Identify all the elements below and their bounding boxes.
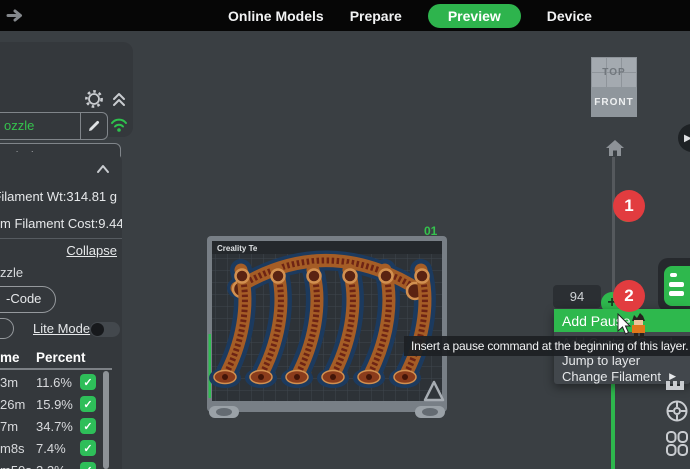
creality-print-preview-window: Creality Te 01 Online Models Prepare Previ…	[0, 0, 690, 469]
tab-device[interactable]: Device	[547, 8, 592, 24]
nozzle-value: ozzle	[4, 118, 34, 133]
table-row: m8s7.4%✓	[0, 437, 112, 459]
tab-online-models[interactable]: Online Models	[228, 8, 324, 24]
collapse-link[interactable]: Collapse	[66, 243, 117, 258]
build-plate-3d-view[interactable]: Creality Te	[203, 222, 451, 420]
lite-mode-label: Lite Mode	[33, 321, 90, 336]
feature-time-table: 3m11.6%✓26m15.9%✓7m34.7%✓m8s7.4%✓m50s2.2…	[0, 371, 112, 469]
row-time: m50s	[0, 463, 36, 469]
seam-indicator-line	[209, 334, 212, 398]
divider	[0, 238, 122, 239]
row-visibility-checkbox[interactable]: ✓	[80, 374, 96, 390]
truncated-tab-button[interactable]	[0, 318, 14, 339]
filament-cost-label: m Filament Cost:9.44	[0, 216, 122, 231]
main-nav-tabs: Online Models Prepare Preview Device	[228, 0, 592, 31]
row-time: 7m	[0, 419, 36, 434]
nozzle-section-label: zzle	[0, 265, 23, 280]
layer-number-box[interactable]: 94	[553, 285, 601, 308]
play-icon: ▶	[684, 133, 690, 144]
table-row: 3m11.6%✓	[0, 371, 112, 393]
plate-brand-label: Creality Te	[217, 244, 258, 253]
edit-pencil-icon[interactable]	[86, 118, 102, 134]
layer-slider-filled-range	[611, 380, 615, 469]
histogram-icon[interactable]	[666, 381, 684, 390]
filament-spool-icon[interactable]	[668, 402, 687, 421]
top-bar: Online Models Prepare Preview Device	[0, 0, 690, 31]
lite-mode-toggle[interactable]	[90, 322, 120, 337]
row-visibility-checkbox[interactable]: ✓	[80, 440, 96, 456]
nozzle-select[interactable]: ozzle	[0, 112, 108, 140]
expand-right-panel-button[interactable]: ▶	[678, 124, 690, 152]
row-time: 26m	[0, 397, 36, 412]
redo-arrow-icon[interactable]	[6, 8, 26, 23]
row-visibility-checkbox[interactable]: ✓	[80, 418, 96, 434]
row-percent: 11.6%	[36, 375, 80, 390]
table-scrollbar[interactable]	[103, 371, 109, 469]
row-percent: 7.4%	[36, 441, 80, 456]
row-time: 3m	[0, 375, 36, 390]
column-header-percent: Percent	[36, 350, 86, 365]
apps-grid-icon[interactable]	[667, 432, 687, 455]
plate-number-label: 01	[424, 224, 437, 238]
preview-stats-panel: Filament Wt:314.81 g m Filament Cost:9.4…	[0, 152, 122, 469]
view-orientation-cube[interactable]: TOP FRONT	[591, 57, 637, 117]
view-cube-front-face[interactable]: FRONT	[591, 87, 637, 117]
table-row: 7m34.7%✓	[0, 415, 112, 437]
layer-panel-tab	[658, 258, 690, 312]
view-cube-top-face[interactable]: TOP	[591, 57, 637, 87]
row-time: m8s	[0, 441, 36, 456]
menu-item-label: Change Filament	[562, 369, 661, 384]
tab-preview[interactable]: Preview	[428, 4, 521, 28]
table-row: 26m15.9%✓	[0, 393, 112, 415]
tab-prepare[interactable]: Prepare	[350, 8, 402, 24]
layer-list-icon	[664, 266, 690, 306]
row-percent: 2.2%	[36, 463, 80, 469]
table-row: m50s2.2%✓	[0, 459, 112, 469]
printer-settings-gear-icon[interactable]	[85, 90, 103, 108]
collapse-section-chevron-icon[interactable]	[95, 162, 111, 176]
right-toolbar	[664, 376, 690, 460]
table-header-divider	[0, 368, 112, 370]
column-header-time: me	[0, 350, 20, 365]
printer-panel: ozzle El Plate	[0, 42, 133, 137]
annotation-badge-1: 1	[613, 190, 645, 222]
gcode-tab-button[interactable]: -Code	[0, 286, 56, 313]
home-view-icon[interactable]	[603, 137, 627, 159]
row-visibility-checkbox[interactable]: ✓	[80, 462, 96, 469]
collapse-panel-chevrons-icon[interactable]	[111, 91, 127, 107]
layer-list-button[interactable]	[664, 266, 690, 306]
row-percent: 34.7%	[36, 419, 80, 434]
wifi-status-icon[interactable]	[109, 116, 129, 133]
filament-weight-label: Filament Wt:314.81 g	[0, 189, 117, 204]
row-percent: 15.9%	[36, 397, 80, 412]
gcode-tab-label: -Code	[6, 291, 41, 306]
cursor-with-character-sprite	[617, 313, 657, 341]
annotation-badge-2: 2	[613, 280, 645, 312]
row-visibility-checkbox[interactable]: ✓	[80, 396, 96, 412]
